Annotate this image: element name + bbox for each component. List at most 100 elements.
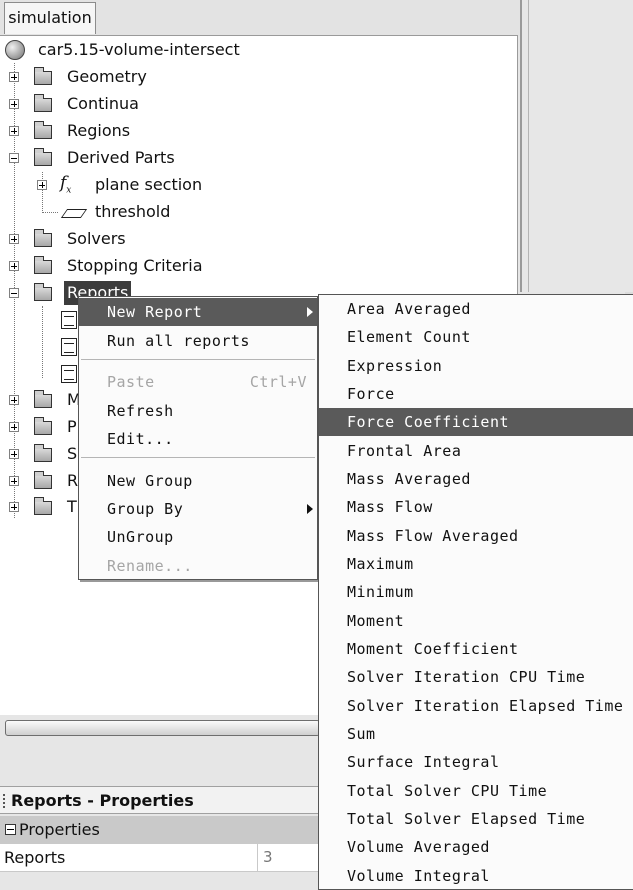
tree-item-report[interactable] [0,362,80,386]
menu-item-run-all-reports[interactable]: Run all reports [79,327,317,355]
expand-plus-icon[interactable] [9,395,19,405]
tree-item-report[interactable] [0,308,80,332]
property-row[interactable]: Reports 3 [0,844,320,872]
properties-title: Reports - Properties [11,791,194,810]
submenu-item-element-count[interactable]: Element Count [319,323,633,351]
tree-item-label: S [67,444,78,463]
properties-header: Reports - Properties [0,786,320,814]
folder-icon [34,94,52,112]
submenu-item-force-coefficient[interactable]: Force Coefficient [319,408,633,436]
expand-plus-icon[interactable] [9,72,19,82]
expand-plus-icon[interactable] [9,476,19,486]
folder-icon [34,121,52,139]
menu-item-ungroup[interactable]: UnGroup [79,523,317,551]
menu-item-label: Volume Averaged [347,838,490,856]
submenu-item-mass-averaged[interactable]: Mass Averaged [319,465,633,493]
tree-root[interactable]: car5.15-volume-intersect [0,38,400,62]
submenu-item-moment[interactable]: Moment [319,607,633,635]
folder-icon [34,497,52,515]
submenu-item-moment-coefficient[interactable]: Moment Coefficient [319,635,633,663]
submenu-item-area-averaged[interactable]: Area Averaged [319,295,633,323]
tab-simulation[interactable]: simulation [4,2,96,34]
submenu-item-frontal-area[interactable]: Frontal Area [319,437,633,465]
submenu-item-solver-iteration-elapsed-time[interactable]: Solver Iteration Elapsed Time [319,692,633,720]
submenu-item-surface-integral[interactable]: Surface Integral [319,748,633,776]
function-fx-icon: fx [60,173,72,196]
menu-item-label: Force Coefficient [347,413,510,431]
menu-item-label: Mass Flow [347,498,433,516]
properties-group[interactable]: Properties [0,816,320,844]
menu-item-label: Expression [347,357,443,375]
menu-item-label: Volume Integral [347,867,490,885]
collapse-minus-icon[interactable] [9,288,19,298]
folder-icon [34,471,52,489]
submenu-item-sum[interactable]: Sum [319,720,633,748]
menu-item-new-report[interactable]: New Report [79,298,317,326]
menu-item-group-by[interactable]: Group By [79,495,317,523]
expand-plus-icon[interactable] [37,180,47,190]
threshold-icon [60,209,88,218]
submenu-item-volume-averaged[interactable]: Volume Averaged [319,833,633,861]
menu-item-rename[interactable]: Rename... [79,552,317,580]
tree-item-report[interactable] [0,335,80,359]
tree-item-derived-parts[interactable]: Derived Parts [0,146,400,170]
expand-plus-icon[interactable] [9,234,19,244]
submenu-item-mass-flow-averaged[interactable]: Mass Flow Averaged [319,522,633,550]
menu-item-label: Rename... [107,557,193,575]
property-name: Reports [4,848,66,867]
expand-plus-icon[interactable] [9,502,19,512]
submenu-item-mass-flow[interactable]: Mass Flow [319,493,633,521]
collapse-minus-icon[interactable] [9,153,19,163]
right-panel [520,0,633,292]
tree-item-solvers[interactable]: Solvers [0,227,400,251]
menu-item-refresh[interactable]: Refresh [79,397,317,425]
tree-item-regions[interactable]: Regions [0,119,400,143]
tree-item-threshold[interactable]: threshold [0,200,400,224]
expand-plus-icon[interactable] [9,261,19,271]
menu-item-edit[interactable]: Edit... [79,425,317,453]
expand-plus-icon[interactable] [9,422,19,432]
report-icon [61,311,77,329]
tree-item-stopping-criteria[interactable]: Stopping Criteria [0,254,400,278]
submenu-arrow-icon [307,504,313,514]
folder-icon [34,148,52,166]
context-menu: New Report Run all reports Paste Ctrl+V … [78,296,318,580]
simulation-globe-icon [5,40,25,60]
tree-item-continua[interactable]: Continua [0,92,400,116]
menu-item-paste[interactable]: Paste Ctrl+V [79,368,317,396]
submenu-item-expression[interactable]: Expression [319,352,633,380]
tree-item-partial-m[interactable]: M [0,388,81,412]
submenu-item-total-solver-elapsed-time[interactable]: Total Solver Elapsed Time [319,805,633,833]
submenu-item-volume-integral[interactable]: Volume Integral [319,862,633,890]
horizontal-scrollbar[interactable] [5,720,320,736]
menu-item-label: Force [347,385,395,403]
submenu-item-force[interactable]: Force [319,380,633,408]
expand-plus-icon[interactable] [9,126,19,136]
expand-plus-icon[interactable] [9,449,19,459]
menu-item-label: Total Solver CPU Time [347,782,548,800]
menu-item-label: Element Count [347,328,471,346]
expand-plus-icon[interactable] [9,99,19,109]
submenu-item-total-solver-cpu-time[interactable]: Total Solver CPU Time [319,777,633,805]
submenu-item-minimum[interactable]: Minimum [319,578,633,606]
tree-item-partial-p[interactable]: P [0,415,80,439]
collapse-minus-icon[interactable] [5,824,16,835]
folder-icon [34,390,52,408]
tree-item-partial-s[interactable]: S [0,442,80,466]
grip-icon[interactable] [3,794,5,808]
menu-item-label: Surface Integral [347,753,500,771]
menu-item-label: Solver Iteration Elapsed Time [347,697,624,715]
menu-item-label: New Group [107,472,193,490]
tree-item-partial-t[interactable]: T [0,495,80,519]
submenu-item-solver-iteration-cpu-time[interactable]: Solver Iteration CPU Time [319,663,633,691]
tree-item-geometry[interactable]: Geometry [0,65,400,89]
tree-item-label: Derived Parts [67,148,175,167]
menu-item-new-group[interactable]: New Group [79,467,317,495]
report-icon [61,338,77,356]
tree-item-partial-r[interactable]: R [0,469,80,493]
submenu-item-maximum[interactable]: Maximum [319,550,633,578]
new-report-submenu: Area Averaged Element Count Expression F… [318,294,633,890]
menu-item-label: Refresh [107,402,174,420]
tree-item-plane-section[interactable]: fx plane section [0,173,400,197]
panel-divider [528,0,529,292]
